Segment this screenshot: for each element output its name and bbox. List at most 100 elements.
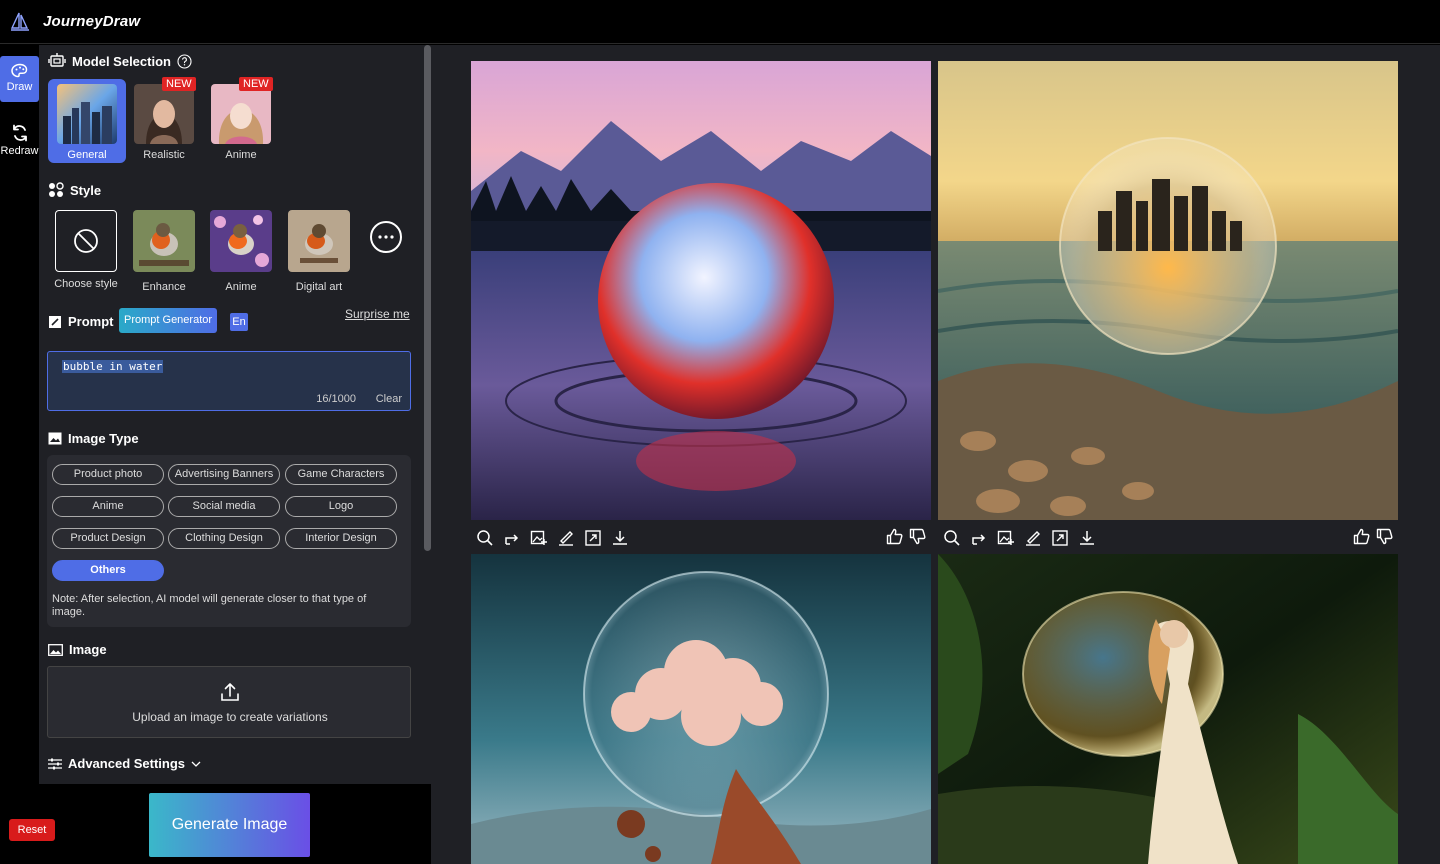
edit-icon — [49, 315, 61, 328]
image-header: Image — [48, 642, 107, 657]
image-icon — [48, 432, 62, 445]
style-thumb-none — [55, 210, 117, 272]
expand-icon[interactable] — [1051, 529, 1069, 547]
redraw-icon[interactable] — [503, 529, 521, 547]
download-icon[interactable] — [611, 529, 629, 547]
generated-image-3-art — [471, 554, 931, 864]
image-edit-icon[interactable] — [530, 529, 548, 547]
model-card-anime[interactable]: NEW Anime — [202, 77, 280, 163]
image-type-header: Image Type — [48, 431, 139, 446]
nav-draw-label: Draw — [6, 81, 33, 93]
clear-button[interactable]: Clear — [376, 393, 402, 405]
picture-icon — [48, 643, 63, 656]
char-count: 16/1000 — [316, 393, 356, 405]
model-selection-title: Model Selection — [72, 53, 171, 69]
chip-others[interactable]: Others — [52, 560, 164, 581]
generated-image-4-art — [938, 554, 1398, 864]
image-title: Image — [69, 642, 107, 657]
generate-image-button[interactable]: Generate Image — [149, 793, 310, 857]
control-panel: Model Selection General NEW Realistic NE… — [39, 45, 431, 784]
prompt-generator-button[interactable]: Prompt Generator — [119, 308, 218, 333]
generated-image-3[interactable] — [471, 554, 931, 864]
language-toggle[interactable]: En — [230, 313, 248, 331]
style-digital-art[interactable]: Digital art — [280, 210, 358, 293]
thumbs-up-icon[interactable] — [1353, 528, 1370, 545]
model-label-anime: Anime — [225, 149, 257, 161]
thumbs-up-icon[interactable] — [886, 528, 903, 545]
model-label-realistic: Realistic — [143, 149, 185, 161]
more-icon — [378, 235, 394, 239]
shapes-icon — [49, 182, 64, 197]
new-badge: NEW — [239, 77, 273, 91]
chip-advertising-banners[interactable]: Advertising Banners — [168, 464, 280, 485]
chip-game-characters[interactable]: Game Characters — [285, 464, 397, 485]
upload-icon — [221, 683, 239, 701]
model-label-general: General — [67, 149, 107, 161]
top-bar: JourneyDraw — [0, 0, 1440, 44]
chip-product-design[interactable]: Product Design — [52, 528, 164, 549]
chevron-down-icon — [191, 761, 201, 767]
upload-dropzone[interactable]: Upload an image to create variations — [47, 666, 411, 738]
image-1-toolbar — [476, 526, 638, 550]
more-styles-button[interactable] — [370, 221, 402, 253]
image-gallery — [431, 45, 1440, 864]
image-type-note: Note: After selection, AI model will gen… — [52, 593, 367, 618]
model-card-general[interactable]: General — [48, 79, 126, 163]
zoom-icon[interactable] — [943, 529, 961, 547]
image-1-vote — [880, 528, 926, 545]
chip-logo[interactable]: Logo — [285, 496, 397, 517]
robin-thumb-anime — [210, 210, 272, 272]
help-icon[interactable] — [177, 53, 192, 69]
robin-thumb-digital-art — [288, 210, 350, 272]
prompt-input[interactable]: bubble in water 16/1000 Clear — [47, 351, 411, 411]
image-type-panel: Product photo Advertising Banners Game C… — [47, 455, 411, 627]
style-anime[interactable]: Anime — [202, 210, 280, 293]
sliders-icon — [48, 758, 62, 769]
style-label: Digital art — [295, 281, 343, 293]
prompt-value: bubble in water — [62, 360, 164, 373]
chip-product-photo[interactable]: Product photo — [52, 464, 164, 485]
style-title: Style — [70, 182, 102, 198]
chip-interior-design[interactable]: Interior Design — [285, 528, 397, 549]
zoom-icon[interactable] — [476, 529, 494, 547]
style-enhance[interactable]: Enhance — [125, 210, 203, 293]
chip-anime[interactable]: Anime — [52, 496, 164, 517]
sailboat-logo-icon — [10, 12, 29, 31]
generated-image-1[interactable] — [471, 61, 931, 520]
upload-label: Upload an image to create variations — [132, 710, 328, 724]
panel-scrollbar[interactable] — [424, 45, 431, 551]
thumbs-down-icon[interactable] — [909, 528, 926, 545]
nav-redraw[interactable]: Redraw — [0, 119, 39, 165]
advanced-settings-toggle[interactable]: Advanced Settings — [48, 756, 207, 771]
chip-clothing-design[interactable]: Clothing Design — [168, 528, 280, 549]
style-choose[interactable]: Choose style — [47, 210, 125, 290]
image-edit-icon[interactable] — [997, 529, 1015, 547]
surprise-me-link[interactable]: Surprise me — [345, 307, 410, 321]
redraw-icon[interactable] — [970, 529, 988, 547]
nav-draw[interactable]: Draw — [0, 56, 39, 102]
brush-icon[interactable] — [1024, 529, 1042, 547]
model-thumb-realistic — [134, 84, 194, 144]
chip-social-media[interactable]: Social media — [168, 496, 280, 517]
style-header: Style — [48, 182, 101, 198]
download-icon[interactable] — [1078, 529, 1096, 547]
palette-icon — [10, 63, 27, 78]
generated-image-1-art — [471, 61, 931, 520]
advanced-settings-title: Advanced Settings — [68, 756, 186, 771]
style-label: Enhance — [142, 281, 186, 293]
model-card-realistic[interactable]: NEW Realistic — [125, 77, 203, 163]
generated-image-2-art — [938, 61, 1398, 520]
model-thumb-anime — [211, 84, 271, 144]
action-bar: Reset Generate Image — [0, 784, 431, 864]
thumbs-down-icon[interactable] — [1376, 528, 1393, 545]
robin-thumb-enhance — [133, 210, 195, 272]
brush-icon[interactable] — [557, 529, 575, 547]
style-label: Choose style — [54, 278, 118, 290]
refresh-icon — [12, 124, 27, 142]
generated-image-4[interactable] — [938, 554, 1398, 864]
reset-button[interactable]: Reset — [9, 819, 55, 841]
generated-image-2[interactable] — [938, 61, 1398, 520]
image-2-toolbar — [943, 526, 1105, 550]
image-2-vote — [1347, 528, 1393, 545]
expand-icon[interactable] — [584, 529, 602, 547]
